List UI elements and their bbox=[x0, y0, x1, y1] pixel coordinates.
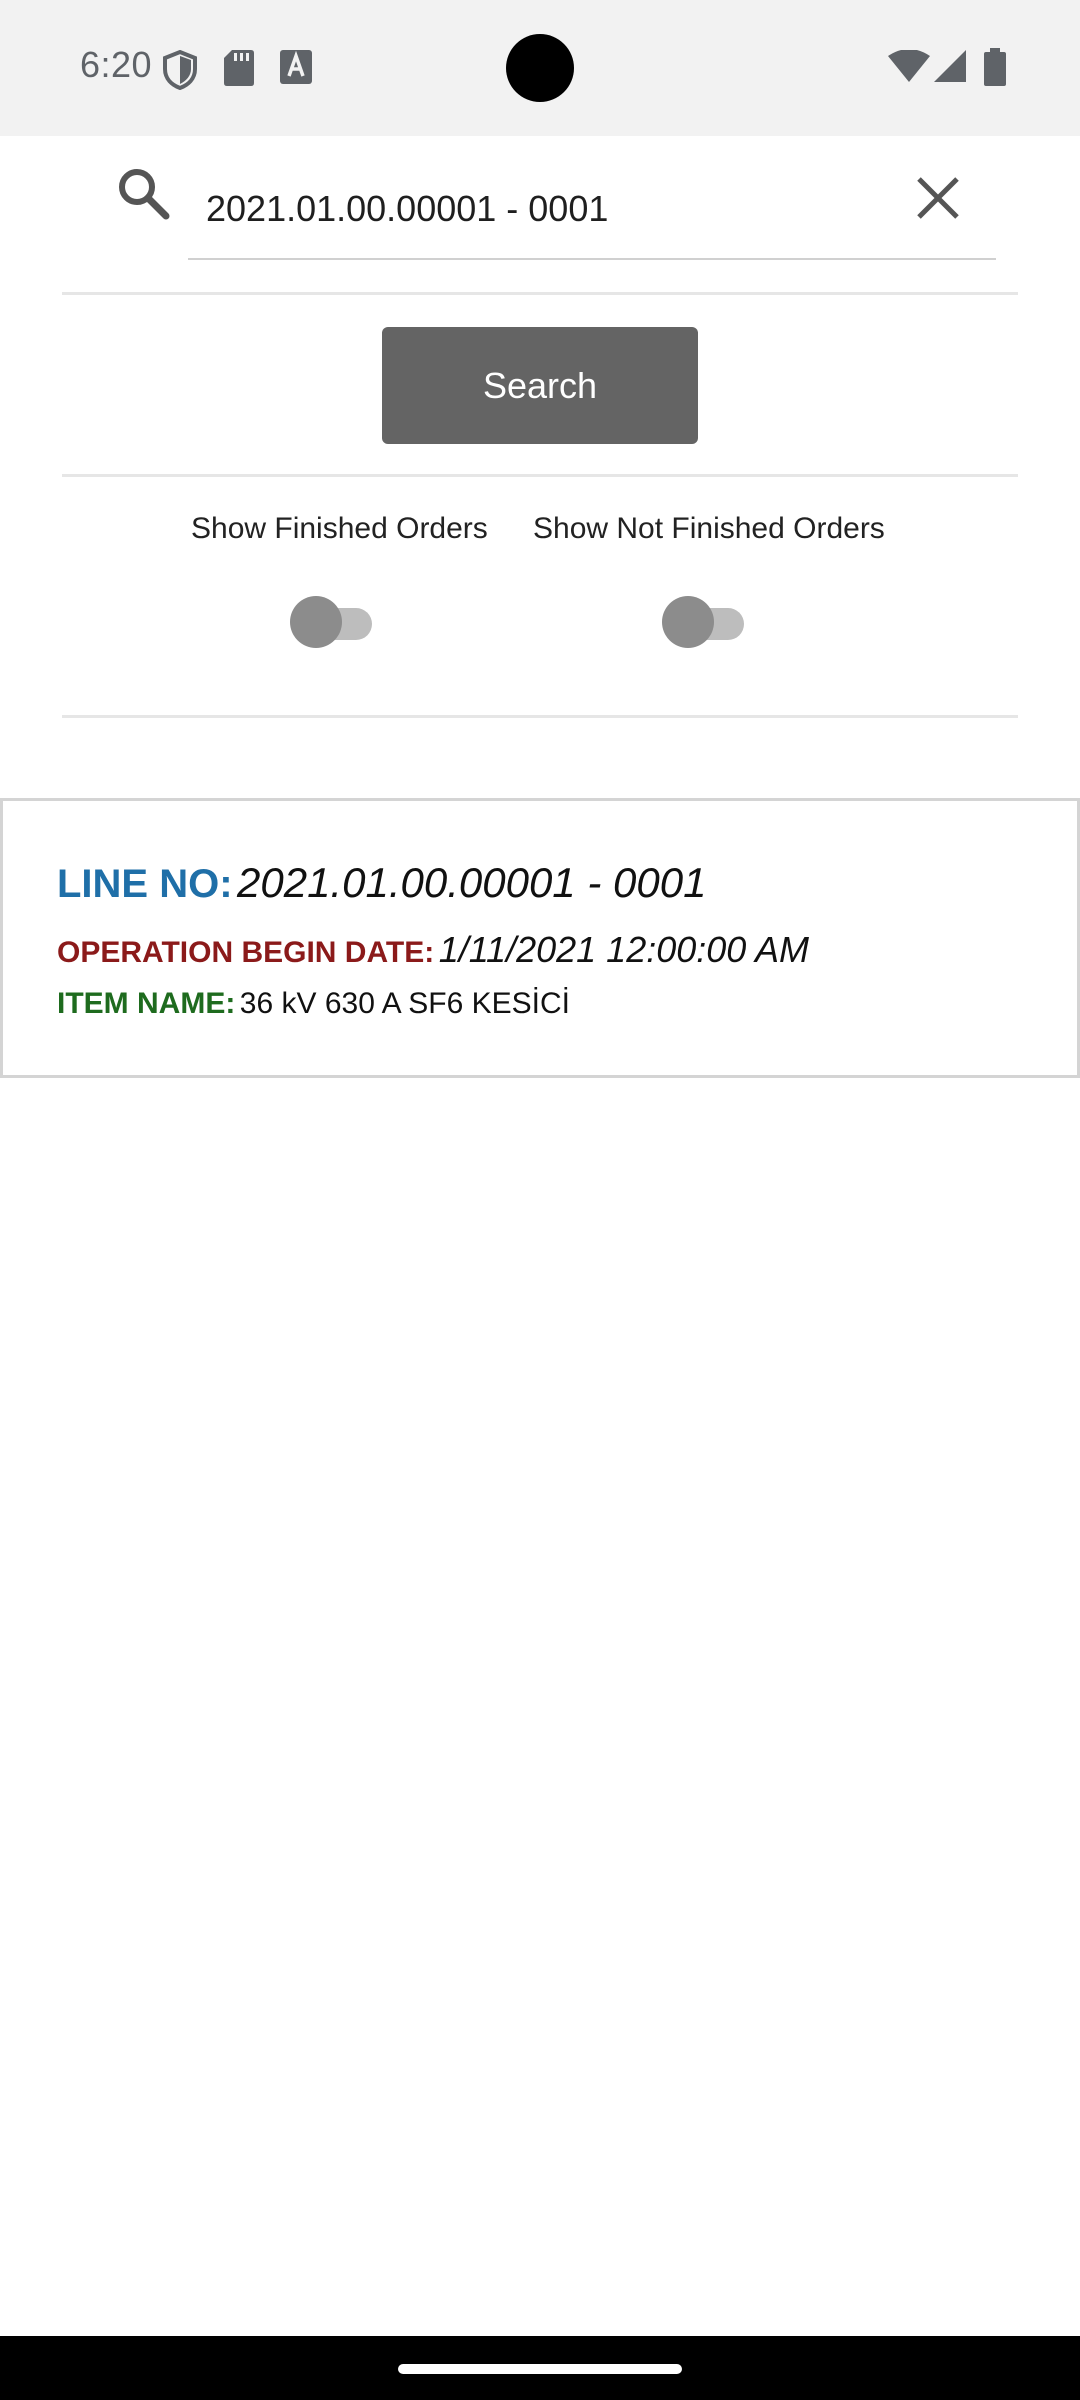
navigation-bar bbox=[0, 2336, 1080, 2400]
show-finished-label: Show Finished Orders bbox=[191, 512, 488, 545]
battery-icon bbox=[984, 48, 1006, 91]
divider bbox=[62, 715, 1018, 718]
search-field bbox=[188, 160, 996, 260]
search-button[interactable]: Search bbox=[382, 327, 698, 444]
wifi-icon bbox=[888, 49, 930, 87]
search-input[interactable] bbox=[206, 174, 866, 244]
toggle-thumb bbox=[662, 596, 714, 648]
item-name-row: ITEM NAME: 36 kV 630 A SF6 KESİCİ bbox=[57, 987, 570, 1021]
toggle-thumb bbox=[290, 596, 342, 648]
show-not-finished-toggle[interactable] bbox=[662, 594, 746, 650]
item-name-label: ITEM NAME: bbox=[57, 987, 236, 1020]
line-no-row: LINE NO: 2021.01.00.00001 - 0001 bbox=[57, 859, 706, 907]
shield-icon bbox=[162, 49, 198, 95]
show-not-finished-label: Show Not Finished Orders bbox=[533, 512, 885, 545]
divider bbox=[62, 474, 1018, 477]
keyboard-a-icon bbox=[280, 50, 312, 89]
search-icon bbox=[116, 166, 178, 228]
order-result-card[interactable]: LINE NO: 2021.01.00.00001 - 0001 OPERATI… bbox=[0, 798, 1080, 1078]
camera-cutout bbox=[506, 34, 574, 102]
line-no-value: 2021.01.00.00001 - 0001 bbox=[237, 859, 707, 906]
cell-signal-icon bbox=[934, 50, 966, 87]
item-name-value: 36 kV 630 A SF6 KESİCİ bbox=[239, 987, 570, 1020]
status-bar: 6:20 bbox=[0, 0, 1080, 136]
sd-card-icon bbox=[224, 50, 254, 91]
clear-search-button[interactable] bbox=[900, 160, 976, 236]
operation-date-row: OPERATION BEGIN DATE: 1/11/2021 12:00:00… bbox=[57, 929, 809, 971]
operation-date-value: 1/11/2021 12:00:00 AM bbox=[438, 929, 809, 970]
status-time: 6:20 bbox=[80, 44, 153, 85]
line-no-label: LINE NO: bbox=[57, 862, 233, 906]
divider bbox=[62, 292, 1018, 295]
home-gesture-handle[interactable] bbox=[398, 2364, 682, 2374]
close-icon bbox=[917, 177, 959, 219]
show-finished-toggle[interactable] bbox=[290, 594, 374, 650]
operation-date-label: OPERATION BEGIN DATE: bbox=[57, 936, 435, 969]
